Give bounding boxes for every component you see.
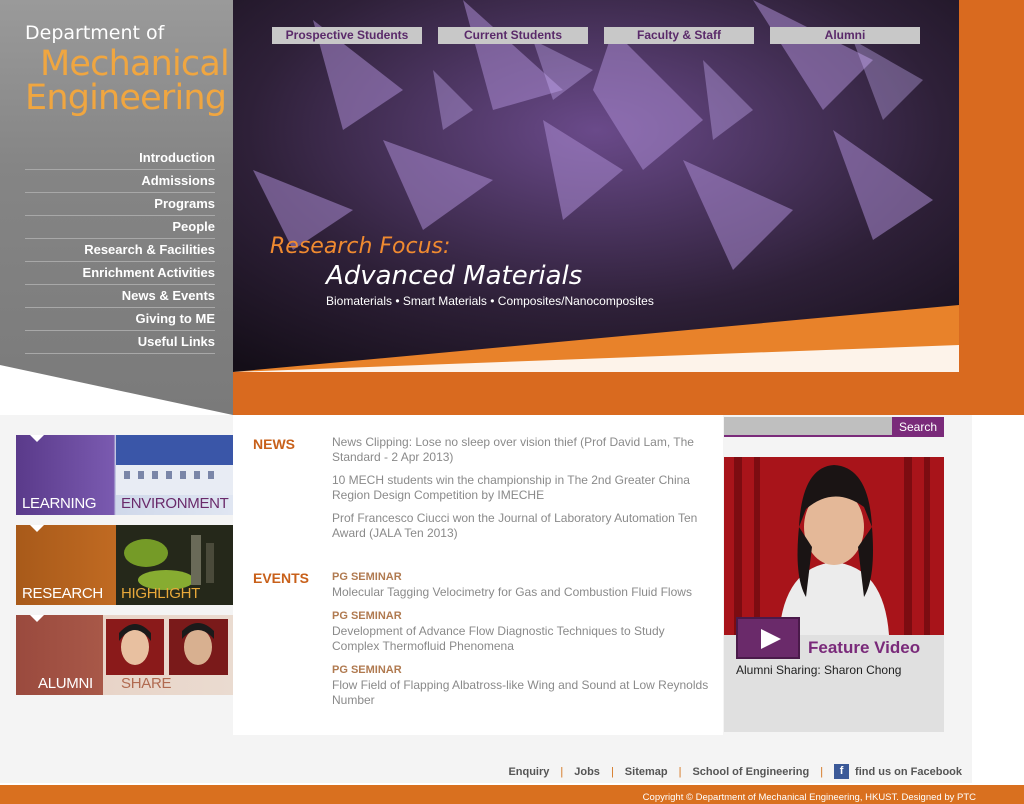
- sidebar-diagonal-cut: [0, 365, 233, 415]
- news-heading: NEWS: [253, 436, 295, 452]
- tile-label-learning: LEARNING: [22, 495, 97, 512]
- event-item[interactable]: Development of Advance Flow Diagnostic T…: [332, 624, 712, 654]
- search-button[interactable]: Search: [892, 417, 944, 437]
- footer-link-sitemap[interactable]: Sitemap: [625, 766, 668, 778]
- tab-prospective-students[interactable]: Prospective Students: [272, 27, 422, 44]
- tab-alumni[interactable]: Alumni: [770, 27, 920, 44]
- footer-link-facebook[interactable]: find us on Facebook: [855, 766, 962, 778]
- footer-link-school-of-engineering[interactable]: School of Engineering: [692, 766, 809, 778]
- nav-item-introduction[interactable]: Introduction: [25, 147, 215, 170]
- nav-item-people[interactable]: People: [25, 216, 215, 239]
- nav-item-admissions[interactable]: Admissions: [25, 170, 215, 193]
- feature-video-title: Feature Video: [808, 638, 921, 657]
- tile-label-highlight: HIGHLIGHT: [121, 585, 200, 602]
- events-heading: EVENTS: [253, 570, 310, 586]
- hero-banner[interactable]: Prospective Students Current Students Fa…: [233, 0, 1024, 415]
- tile-notch: [30, 615, 44, 622]
- hero-title: Advanced Materials: [326, 261, 583, 291]
- play-button[interactable]: [736, 617, 800, 659]
- footer-links: Enquiry | Jobs | Sitemap | School of Eng…: [508, 764, 962, 779]
- footer-separator: |: [678, 765, 682, 778]
- nav-item-useful-links[interactable]: Useful Links: [25, 331, 215, 354]
- nav-item-enrichment-activities[interactable]: Enrichment Activities: [25, 262, 215, 285]
- main-navigation: Introduction Admissions Programs People …: [25, 147, 215, 354]
- tile-notch: [30, 525, 44, 532]
- news-item[interactable]: 10 MECH students win the championship in…: [332, 473, 712, 503]
- nav-item-programs[interactable]: Programs: [25, 193, 215, 216]
- logo-line-1: Department of: [25, 22, 165, 44]
- tile-label-share: SHARE: [121, 675, 172, 692]
- event-item[interactable]: Flow Field of Flapping Albatross-like Wi…: [332, 678, 712, 708]
- tab-current-students[interactable]: Current Students: [438, 27, 588, 44]
- search-input[interactable]: [724, 417, 892, 437]
- tile-label-alumni: ALUMNI: [38, 675, 93, 692]
- feature-video-panel[interactable]: Feature Video Alumni Sharing: Sharon Cho…: [724, 457, 944, 732]
- tile-notch: [30, 435, 44, 442]
- footer-separator: |: [820, 765, 824, 778]
- hero-photo-materials: [233, 0, 959, 372]
- facebook-icon[interactable]: f: [834, 764, 850, 779]
- footer-link-jobs[interactable]: Jobs: [574, 766, 600, 778]
- video-thumbnail: [724, 457, 944, 635]
- event-item[interactable]: Molecular Tagging Velocimetry for Gas an…: [332, 585, 712, 600]
- tile-label-research: RESEARCH: [22, 585, 103, 602]
- tile-alumni-share[interactable]: ALUMNI SHARE: [16, 615, 233, 695]
- hero-subtitle: Biomaterials • Smart Materials • Composi…: [326, 294, 654, 308]
- play-icon: [761, 629, 781, 649]
- event-tag: PG SEMINAR: [332, 610, 402, 622]
- tile-learning-environment[interactable]: LEARNING ENVIRONMENT: [16, 435, 233, 515]
- footer-separator: |: [610, 765, 614, 778]
- nav-item-news-events[interactable]: News & Events: [25, 285, 215, 308]
- hero-label: Research Focus:: [270, 234, 451, 259]
- alumni-photos: [106, 619, 228, 675]
- footer-link-enquiry[interactable]: Enquiry: [508, 766, 549, 778]
- left-sidebar: Department of Mechanical Engineering Int…: [0, 0, 233, 415]
- nav-item-research-facilities[interactable]: Research & Facilities: [25, 239, 215, 262]
- news-item[interactable]: Prof Francesco Ciucci won the Journal of…: [332, 511, 712, 541]
- logo-line-3: Engineering: [25, 78, 227, 118]
- copyright-text: Copyright © Department of Mechanical Eng…: [642, 792, 976, 803]
- event-tag: PG SEMINAR: [332, 571, 402, 583]
- nav-item-giving[interactable]: Giving to ME: [25, 308, 215, 331]
- tile-label-environment: ENVIRONMENT: [121, 495, 229, 512]
- copyright-bar: Copyright © Department of Mechanical Eng…: [0, 785, 1024, 804]
- tab-faculty-staff[interactable]: Faculty & Staff: [604, 27, 754, 44]
- tile-research-highlight[interactable]: RESEARCH HIGHLIGHT: [16, 525, 233, 605]
- event-tag: PG SEMINAR: [332, 664, 402, 676]
- news-item[interactable]: News Clipping: Lose no sleep over vision…: [332, 435, 712, 465]
- footer-separator: |: [560, 765, 564, 778]
- feature-video-caption: Alumni Sharing: Sharon Chong: [736, 663, 902, 677]
